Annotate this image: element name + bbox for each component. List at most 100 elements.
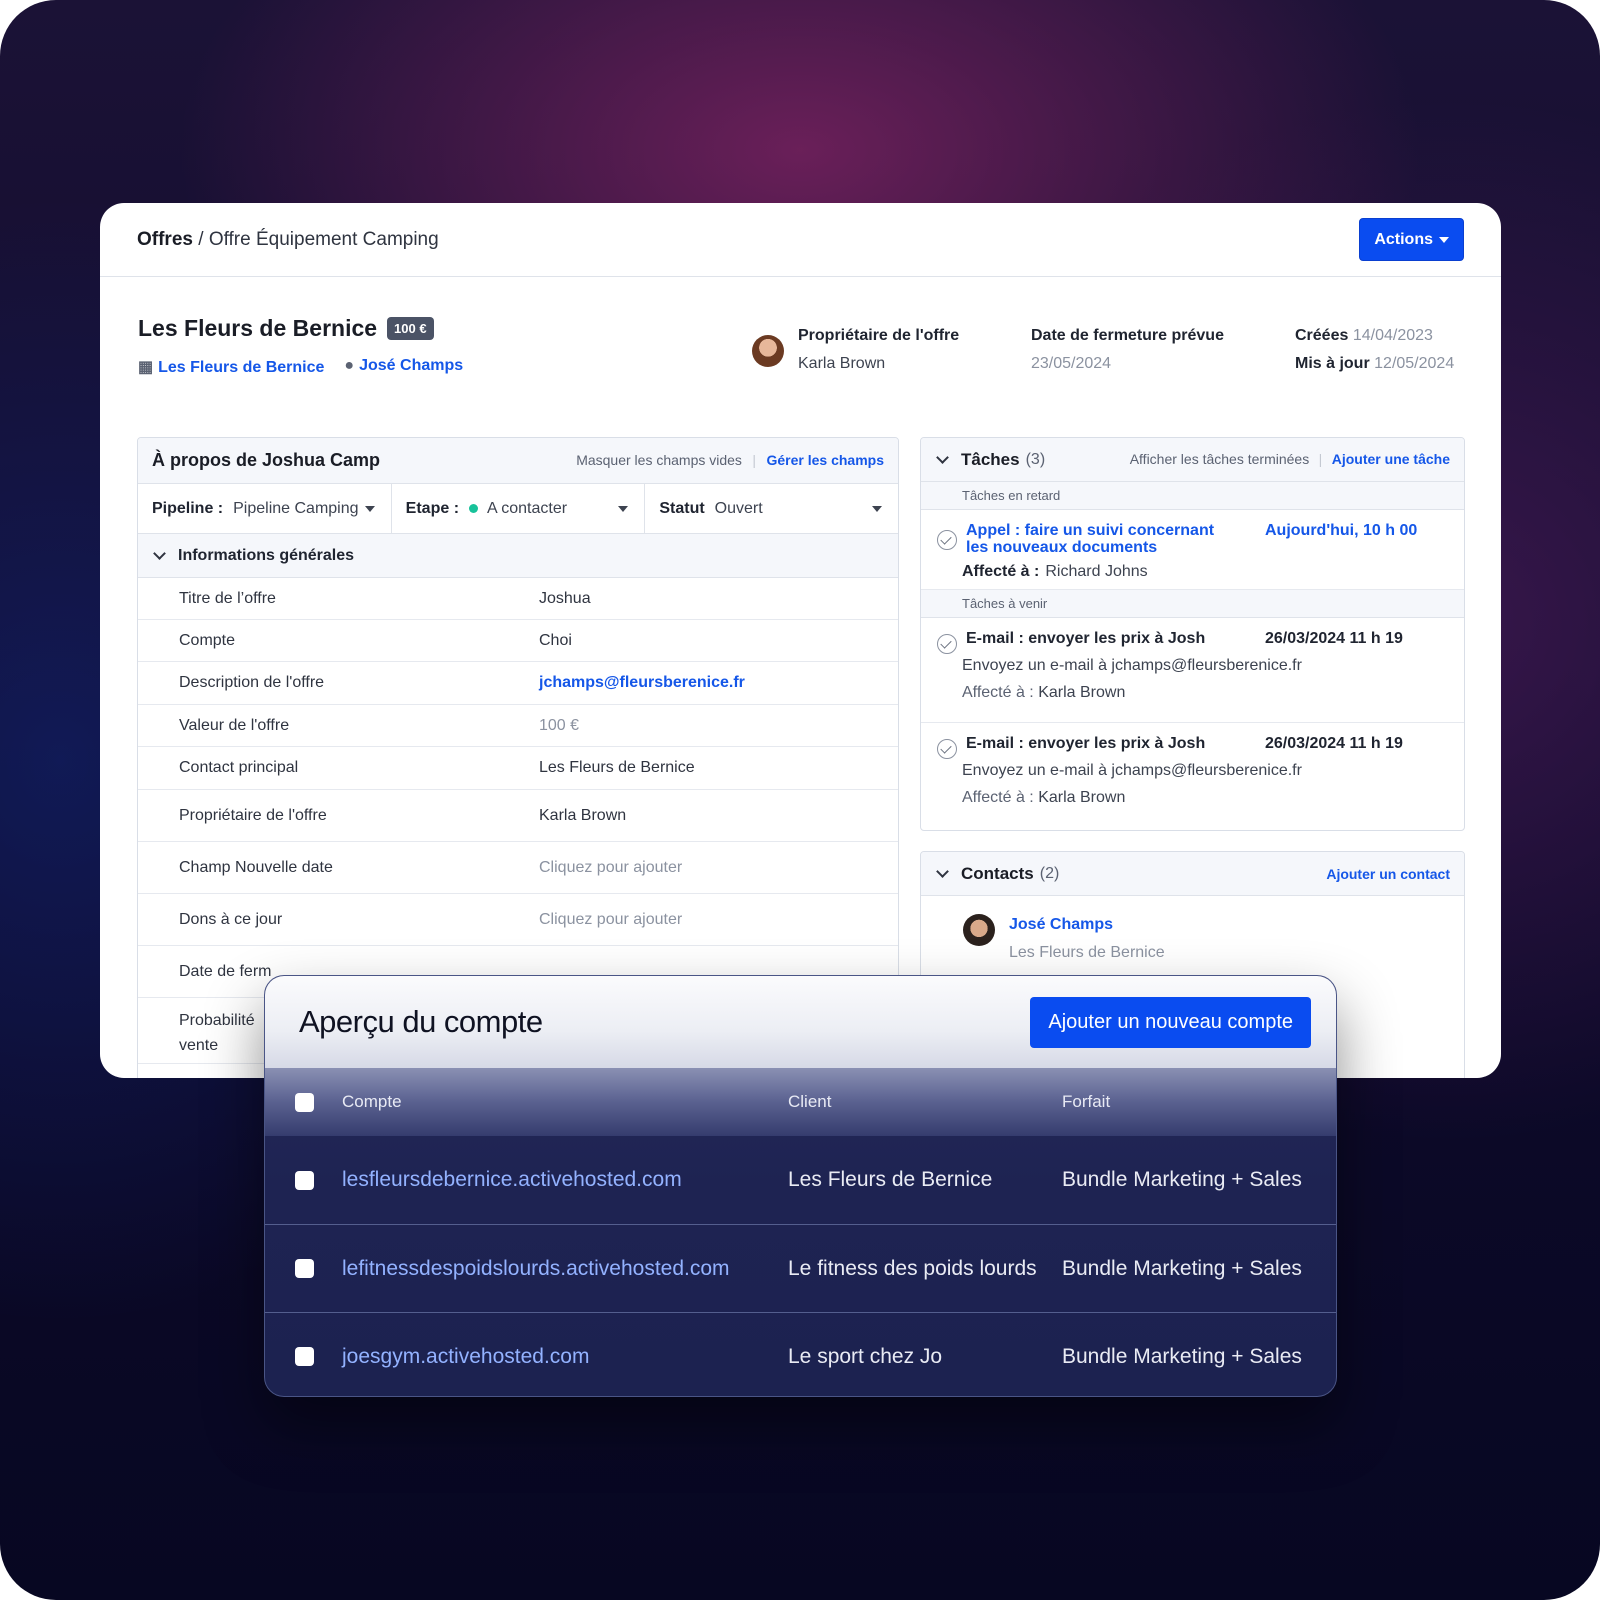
stage-value: A contacter (487, 499, 568, 517)
breadcrumb: Offres / Offre Équipement Camping (137, 229, 439, 251)
status-label: Statut (659, 499, 705, 517)
contact-link[interactable]: ● José Champs (344, 357, 463, 377)
table-row: lesfleursdebernice.activehosted.com Les … (265, 1136, 1336, 1224)
field-label-line2: vente (179, 1037, 219, 1054)
breadcrumb-separator: / (198, 228, 204, 250)
close-date-meta: Date de fermeture prévue 23/05/2024 (1031, 327, 1224, 373)
client-cell: Le sport chez Jo (788, 1344, 943, 1368)
add-account-button[interactable]: Ajouter un nouveau compte (1030, 996, 1311, 1048)
field-row: Contact principal Les Fleurs de Bernice (138, 747, 898, 790)
row-checkbox[interactable] (295, 1170, 314, 1190)
caret-down-icon (872, 505, 883, 512)
task-due: 26/03/2024 11 h 19 (1265, 735, 1403, 752)
contact-item[interactable]: José Champs Les Fleurs de Bernice (921, 896, 1464, 962)
assigned-label: Affecté à : (962, 563, 1040, 580)
select-all-checkbox[interactable] (295, 1092, 314, 1112)
task-check-icon[interactable] (937, 739, 957, 759)
actions-label: Actions (1374, 230, 1433, 248)
actions-button[interactable]: Actions (1359, 218, 1464, 261)
deal-card: Offres / Offre Équipement Camping Action… (100, 203, 1501, 1078)
task-item[interactable]: E-mail : envoyer les prix à Josh 26/03/2… (921, 618, 1464, 723)
about-title: À propos de Joshua Camp (152, 450, 381, 470)
task-item[interactable]: E-mail : envoyer les prix à Josh 26/03/2… (921, 723, 1464, 828)
field-row: Valeur de l'offre 100 € (138, 705, 898, 747)
field-value[interactable]: Les Fleurs de Bernice (539, 759, 695, 777)
field-value[interactable]: Joshua (539, 590, 591, 608)
dates-meta: Créées 14/04/2023 Mis à jour 12/05/2024 (1295, 327, 1454, 373)
client-cell: Les Fleurs de Bernice (788, 1168, 993, 1191)
general-info-section[interactable]: Informations générales (138, 534, 898, 578)
account-link[interactable]: lesfleursdebernice.activehosted.com (342, 1168, 788, 1192)
add-contact-link[interactable]: Ajouter un contact (1326, 866, 1450, 882)
close-date-value[interactable]: 23/05/2024 (1031, 355, 1224, 373)
field-value[interactable]: Karla Brown (539, 807, 626, 825)
owner-meta: Propriétaire de l'offre Karla Brown (798, 327, 959, 373)
deal-title: Les Fleurs de Bernice (138, 315, 378, 341)
caret-down-icon (364, 505, 375, 512)
row-checkbox[interactable] (295, 1347, 314, 1366)
task-check-icon[interactable] (937, 634, 957, 654)
manage-fields-link[interactable]: Gérer les champs (766, 452, 884, 468)
owner-label: Propriétaire de l'offre (798, 327, 960, 344)
contacts-header: Contacts (2) Ajouter un contact (921, 852, 1464, 896)
col-plan: Forfait (1062, 1092, 1111, 1111)
breadcrumb-root[interactable]: Offres (137, 229, 193, 250)
task-assignee: Karla Brown (1038, 789, 1126, 806)
field-label: Description de l'offre (179, 674, 325, 691)
task-assignee: Richard Johns (1045, 563, 1148, 580)
task-due: Aujourd'hui, 10 h 00 (1265, 522, 1418, 539)
field-label-line1: Probabilité (179, 1012, 255, 1029)
upcoming-subheader: Tâches à venir (921, 590, 1464, 618)
building-icon: ▦ (138, 359, 154, 376)
field-value-placeholder[interactable]: Cliquez pour ajouter (539, 859, 682, 877)
contact-link-label: José Champs (359, 357, 464, 374)
field-value-placeholder[interactable]: Cliquez pour ajouter (539, 911, 682, 929)
col-client: Client (788, 1092, 832, 1111)
field-row: Champ Nouvelle date Cliquez pour ajouter (138, 842, 898, 894)
table-row: lefitnessdespoidslourds.activehosted.com… (265, 1224, 1336, 1312)
contacts-count: (2) (1039, 864, 1060, 882)
stage-select[interactable]: Etape : A contacter (392, 484, 646, 533)
account-link[interactable]: ▦ Les Fleurs de Bernice (138, 357, 324, 377)
field-value[interactable]: Choi (539, 632, 572, 650)
pipeline-select[interactable]: Pipeline : Pipeline Camping (138, 484, 392, 533)
row-checkbox[interactable] (295, 1259, 314, 1278)
field-value[interactable]: 100 € (539, 717, 579, 735)
pipeline-selectors: Pipeline : Pipeline Camping Etape : A co… (138, 484, 898, 534)
chevron-down-icon (153, 547, 166, 560)
section-title: Informations générales (178, 546, 355, 564)
tasks-title: Tâches (961, 449, 1020, 469)
about-header: À propos de Joshua Camp Masquer les cham… (138, 438, 898, 484)
account-link[interactable]: lefitnessdespoidslourds.activehosted.com (342, 1257, 788, 1281)
add-task-link[interactable]: Ajouter une tâche (1332, 451, 1450, 467)
tasks-panel: Tâches (3) Afficher les tâches terminées… (920, 437, 1465, 831)
field-value-email[interactable]: jchamps@fleursberenice.fr (539, 674, 745, 692)
account-link[interactable]: joesgym.activehosted.com (342, 1345, 788, 1369)
task-title-line1: Appel : faire un suivi concernant (966, 522, 1215, 539)
updated-label: Mis à jour (1295, 355, 1370, 372)
close-date-label: Date de fermeture prévue (1031, 327, 1224, 344)
task-due: 26/03/2024 11 h 19 (1265, 630, 1403, 647)
overview-table-body: lesfleursdebernice.activehosted.com Les … (265, 1136, 1336, 1396)
overdue-subheader: Tâches en retard (921, 482, 1464, 510)
hide-empty-link[interactable]: Masquer les champs vides (576, 452, 742, 468)
status-select[interactable]: Statut Ouvert (645, 484, 898, 533)
person-icon: ● (344, 357, 355, 374)
task-item[interactable]: Appel : faire un suivi concernant les nou… (921, 510, 1464, 590)
field-label: Champ Nouvelle date (179, 858, 333, 876)
field-row: Compte Choi (138, 620, 898, 662)
chevron-down-icon[interactable] (936, 451, 949, 464)
created-label: Créées (1295, 327, 1349, 344)
show-done-tasks-link[interactable]: Afficher les tâches terminées (1130, 451, 1310, 467)
created-value: 14/04/2023 (1352, 327, 1433, 344)
caret-down-icon (618, 505, 629, 512)
field-label: Contact principal (179, 759, 299, 776)
field-label: Dons à ce jour (179, 910, 283, 928)
deal-header: Les Fleurs de Bernice 100 € (138, 315, 434, 342)
chevron-down-icon[interactable] (936, 865, 949, 878)
contact-name[interactable]: José Champs (1009, 916, 1464, 934)
plan-cell: Bundle Marketing + Sales (1062, 1344, 1302, 1368)
pipeline-label: Pipeline : (152, 499, 224, 517)
field-row: Titre de l’offre Joshua (138, 578, 898, 620)
task-check-icon[interactable] (937, 530, 957, 550)
